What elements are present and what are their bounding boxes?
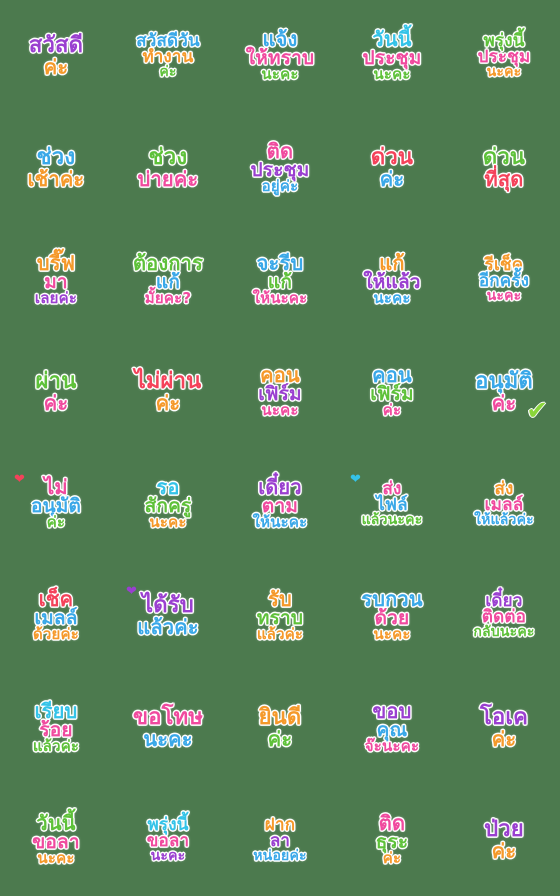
sticker-text-line-3: นะคะ (261, 401, 299, 420)
sticker-khopkhun-na-ka[interactable]: ขอบ คุณ จ๊ะนะคะ (336, 672, 448, 784)
sticker-wanni-prachum-na-ka[interactable]: วันนี้ ประชุม นะคะ (336, 0, 448, 112)
sticker-dai-rap-laeo-ka[interactable]: ได้รับ แล้วค่ะ ❤ (112, 560, 224, 672)
sticker-duan-ka[interactable]: ด่วน ค่ะ (336, 112, 448, 224)
sticker-text-line-3: นะคะ (373, 625, 411, 644)
sticker-text-line-3: ให้นะคะ (252, 513, 308, 532)
sticker-yindi-ka[interactable]: ยินดี ค่ะ (224, 672, 336, 784)
sticker-song-mail-hai-laeo-ka[interactable]: ส่ง เมลล์ ให้แล้วค่ะ (448, 448, 560, 560)
sticker-ro-sak-khru-na-ka[interactable]: รอ สักครู่ นะคะ (112, 448, 224, 560)
sticker-text-line-3: กลับนะคะ (473, 624, 535, 641)
sticker-text-line-3: นะคะ (149, 513, 187, 532)
sticker-text-line-2: แล้วค่ะ (137, 614, 199, 639)
heart-icon: ❤ (14, 472, 25, 487)
sticker-diao-tidto-klap-na-ka[interactable]: เดี๋ยว ติดต่อ กลับนะคะ (448, 560, 560, 672)
sticker-riaproi-laeo-ka[interactable]: เรียบ ร้อย แล้วค่ะ (0, 672, 112, 784)
sticker-tid-thura-ka[interactable]: ติด ธุระ ค่ะ (336, 784, 448, 896)
sticker-text-line-3: แล้วค่ะ (32, 737, 80, 756)
sticker-brief-ma-loei-ka[interactable]: บรี๊ฟ มา เลยค่ะ (0, 224, 112, 336)
sticker-text-line-2: ค่ะ (491, 726, 517, 751)
sticker-mai-anumat-ka[interactable]: ไม่ อนุมัติ ค่ะ ❤ (0, 448, 112, 560)
sticker-text-line-3: นะคะ (261, 65, 299, 84)
sticker-text-line-3: นะคะ (373, 65, 411, 84)
check-icon: ✔ (526, 396, 548, 426)
heart-icon: ❤ (350, 472, 361, 487)
sticker-ja-rip-kae-hai-na-ka[interactable]: จะรีบ แก้ ให้นะคะ (224, 224, 336, 336)
sticker-text-line-3: จ๊ะนะคะ (364, 737, 420, 756)
sticker-text-line-3: ค่ะ (382, 401, 402, 420)
sticker-text-line-3: มั้ยคะ? (144, 289, 192, 308)
sticker-chuang-chao-ka[interactable]: ช่วง เช้าค่ะ (0, 112, 112, 224)
sticker-text-line-3: ให้แล้วค่ะ (474, 512, 534, 529)
sticker-chuang-bai-ka[interactable]: ช่วง บ่ายค่ะ (112, 112, 224, 224)
sticker-puai-ka[interactable]: ป่วย ค่ะ (448, 784, 560, 896)
sticker-text-line-2: ค่ะ (43, 390, 69, 415)
sticker-text-line-3: ค่ะ (159, 64, 177, 81)
sticker-text-line-3: นะคะ (37, 849, 75, 868)
sticker-text-line-2: ที่สุด (484, 166, 524, 191)
sticker-jaeng-hai-sap-na-ka[interactable]: แจ้ง ให้ทราบ นะคะ (224, 0, 336, 112)
sticker-text-line-3: อยู่ค่ะ (261, 177, 299, 196)
sticker-text-line-2: นะคะ (143, 726, 193, 751)
sticker-confirm-na-ka[interactable]: คอน เฟิร์ม นะคะ (224, 336, 336, 448)
sticker-text-line-3: ให้นะคะ (252, 289, 308, 308)
sticker-text-line-3: หน่อยค่ะ (253, 848, 307, 865)
sticker-kho-thot-na-ka[interactable]: ขอโทษ นะคะ (112, 672, 224, 784)
sticker-text-line-3: ค่ะ (46, 513, 66, 532)
sticker-text-line-3: ค่ะ (382, 849, 402, 868)
sticker-text-line-2: ค่ะ (43, 54, 69, 79)
sticker-sawatdee-ka[interactable]: สวัสดี ค่ะ (0, 0, 112, 112)
sticker-anumat-ka-check[interactable]: อนุมัติ ค่ะ ✔ (448, 336, 560, 448)
sticker-grid: สวัสดี ค่ะ สวัสดีวัน ทำงาน ค่ะ แจ้ง ให้ทราบ นะค… (0, 0, 560, 896)
sticker-text-line-2: ค่ะ (155, 390, 181, 415)
sticker-phrungni-kho-la-na-ka[interactable]: พรุ่งนี้ ขอลา นะคะ (112, 784, 224, 896)
sticker-diao-tam-hai-na-ka[interactable]: เดี๋ยว ตาม ให้นะคะ (224, 448, 336, 560)
sticker-okay-ka[interactable]: โอเค ค่ะ (448, 672, 560, 784)
sticker-tongkan-kae-mai-ka[interactable]: ต้องการ แก้ มั้ยคะ? (112, 224, 224, 336)
sticker-tid-prachum-yu-ka[interactable]: ติด ประชุม อยู่ค่ะ (224, 112, 336, 224)
sticker-text-line-2: ค่ะ (491, 838, 517, 863)
sticker-song-file-laeo-na-ka[interactable]: ส่ง ไฟล์ แล้วนะคะ ❤ (336, 448, 448, 560)
sticker-fak-la-noi-ka[interactable]: ฝาก ลา หน่อยค่ะ (224, 784, 336, 896)
sticker-text-line-2: เช้าค่ะ (27, 166, 85, 191)
sticker-text-line-3: นะคะ (486, 288, 522, 305)
sticker-wanni-kho-la-na-ka[interactable]: วันนี้ ขอลา นะคะ (0, 784, 112, 896)
sticker-text-line-3: แล้วค่ะ (256, 625, 304, 644)
sticker-rop-kuan-duai-na-ka[interactable]: รบกวน ด้วย นะคะ (336, 560, 448, 672)
sticker-mai-phan-ka[interactable]: ไม่ผ่าน ค่ะ (112, 336, 224, 448)
sticker-check-mail-duai-ka[interactable]: เช็ค เมลล์ ด้วยค่ะ (0, 560, 112, 672)
sticker-text-line-3: นะคะ (373, 289, 411, 308)
sticker-phan-ka[interactable]: ผ่าน ค่ะ (0, 336, 112, 448)
heart-icon: ❤ (126, 584, 137, 599)
sticker-text-line-2: ค่ะ (267, 726, 293, 751)
sticker-confirm-ka[interactable]: คอน เฟิร์ม ค่ะ (336, 336, 448, 448)
sticker-text-line-3: แล้วนะคะ (361, 512, 423, 529)
sticker-text-line-2: ค่ะ (491, 390, 517, 415)
sticker-text-line-3: นะคะ (486, 64, 522, 81)
sticker-text-line-3: ด้วยค่ะ (32, 625, 80, 644)
sticker-kae-hai-laeo-na-ka[interactable]: แก้ ให้แล้ว นะคะ (336, 224, 448, 336)
sticker-recheck-ik-khrang-na-ka[interactable]: รีเช็ค อีกครั้ง นะคะ (448, 224, 560, 336)
sticker-duan-thisut[interactable]: ด่วน ที่สุด (448, 112, 560, 224)
sticker-sawatdee-wan-thamngan-ka[interactable]: สวัสดีวัน ทำงาน ค่ะ (112, 0, 224, 112)
sticker-text-line-3: เลยค่ะ (34, 289, 78, 308)
sticker-text-line-3: นะคะ (150, 848, 186, 865)
sticker-phrungni-prachum-na-ka[interactable]: พรุ่งนี้ ประชุม นะคะ (448, 0, 560, 112)
sticker-rap-sap-laeo-ka[interactable]: รับ ทราบ แล้วค่ะ (224, 560, 336, 672)
sticker-text-line-2: บ่ายค่ะ (137, 166, 199, 191)
sticker-text-line-2: ค่ะ (379, 166, 405, 191)
